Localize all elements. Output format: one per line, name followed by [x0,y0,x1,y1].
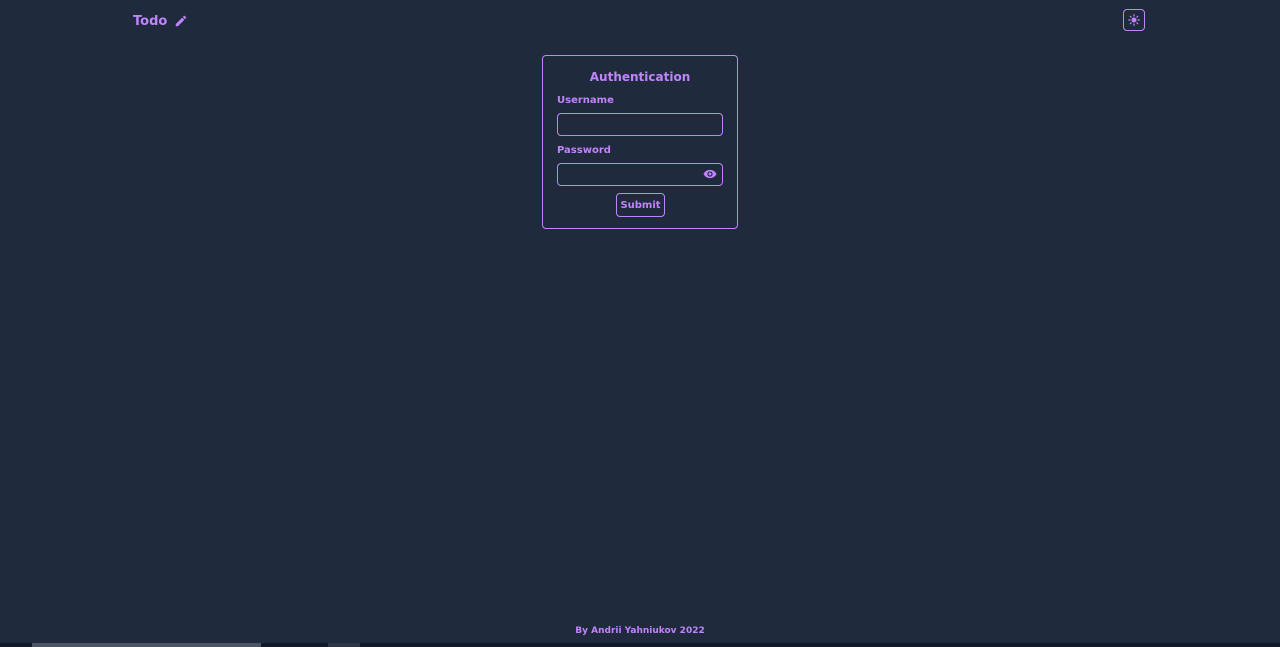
theme-toggle-button[interactable] [1123,9,1145,31]
eye-icon[interactable] [703,167,717,181]
username-label: Username [557,95,614,106]
password-label: Password [557,145,611,156]
auth-title: Authentication [589,70,691,84]
sun-icon [1128,11,1140,30]
pencil-icon [174,14,188,28]
password-input[interactable] [557,163,723,186]
footer-credit: By Andrii Yahniukov 2022 [575,626,705,636]
horizontal-scrollbar[interactable] [0,643,1280,647]
username-input[interactable] [557,113,723,136]
submit-button[interactable]: Submit [616,193,665,217]
scrollbar-thumb[interactable] [32,643,261,647]
app-page: Todo Authentication Username Password Su… [0,0,1280,647]
brand-label: Todo [133,13,168,29]
brand-link[interactable]: Todo [133,12,188,30]
auth-form: Authentication Username Password Submit [542,55,738,229]
scrollbar-track-segment [328,643,360,647]
